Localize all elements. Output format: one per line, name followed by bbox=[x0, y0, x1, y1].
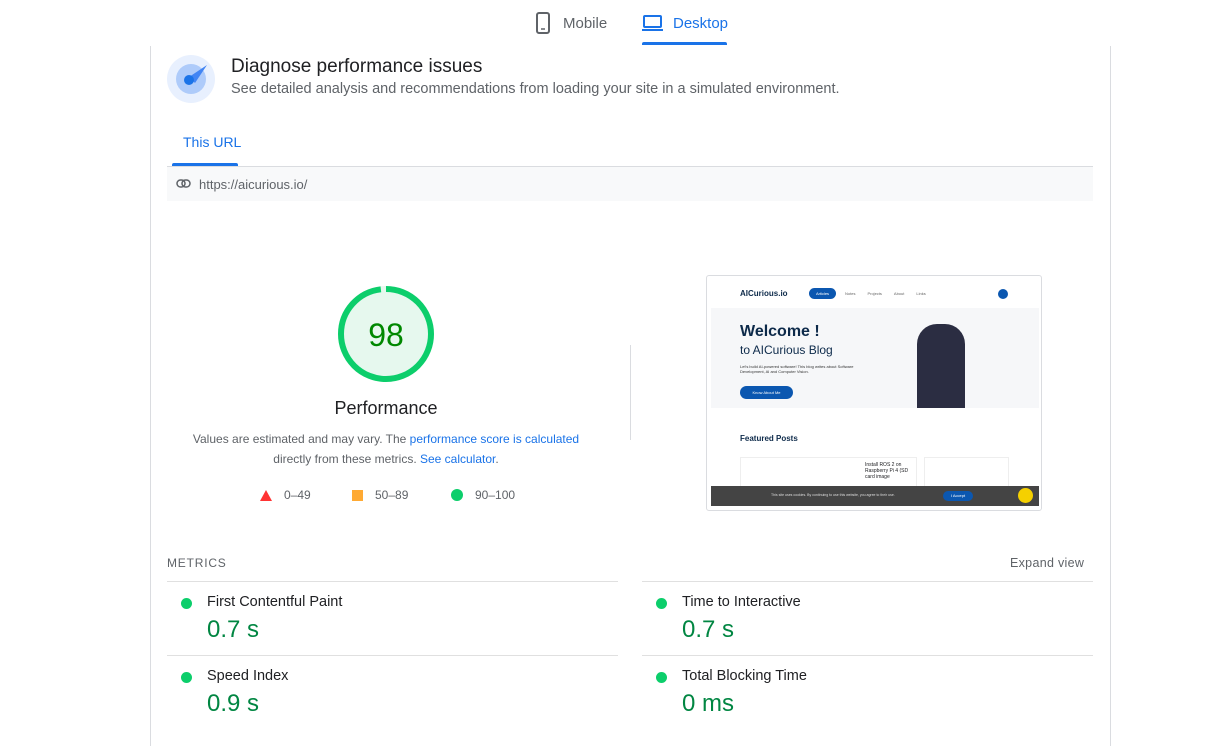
shot-button: Know About Me bbox=[740, 386, 793, 399]
metrics-title: METRICS bbox=[167, 556, 227, 570]
expand-view-button[interactable]: Expand view bbox=[1010, 556, 1084, 570]
pass-icon bbox=[656, 672, 667, 683]
shot-nav-item: Links bbox=[916, 291, 926, 296]
active-tab-indicator bbox=[642, 42, 727, 45]
link-icon bbox=[176, 179, 191, 188]
url-bar: https://aicurious.io/ bbox=[167, 166, 1093, 201]
shot-person bbox=[917, 324, 965, 408]
shot-search-icon bbox=[998, 289, 1008, 299]
legend-fail: 0–49 bbox=[260, 488, 311, 502]
metric-value: 0.7 s bbox=[682, 616, 735, 643]
note-text: . bbox=[495, 452, 499, 466]
shot-featured: Featured Posts bbox=[740, 434, 798, 443]
note-text: Values are estimated and may vary. The bbox=[192, 432, 410, 446]
shot-intro: Let's build AI-powered software! This bl… bbox=[740, 364, 854, 374]
shot-nav: Articles bbox=[809, 288, 836, 299]
triangle-icon bbox=[260, 489, 272, 501]
metric-value: 0 ms bbox=[682, 690, 735, 717]
metric-tti: Time to Interactive 0.7 s bbox=[642, 581, 1093, 655]
score-value: 98 bbox=[368, 317, 404, 353]
metric-tbt: Total Blocking Time 0 ms bbox=[642, 655, 1093, 729]
shot-accept: I Accept bbox=[943, 491, 973, 501]
legend-pass: 90–100 bbox=[451, 488, 515, 502]
shot-welcome: Welcome ! bbox=[740, 323, 820, 340]
legend-label: 50–89 bbox=[375, 488, 409, 502]
shot-post-title: Install ROS 2 on Raspberry Pi 4 (SD card… bbox=[865, 462, 909, 480]
pass-icon bbox=[181, 672, 192, 683]
divider bbox=[630, 345, 631, 440]
metric-fcp: First Contentful Paint 0.7 s bbox=[167, 581, 618, 655]
shot-cookie-text: This site uses cookies. By continuing to… bbox=[771, 493, 895, 497]
note-text: directly from these metrics. bbox=[273, 452, 420, 466]
shot-nav-item: Projects bbox=[867, 291, 882, 296]
score-note: Values are estimated and may vary. The p… bbox=[176, 429, 596, 469]
tab-this-url[interactable]: This URL bbox=[183, 134, 241, 150]
tab-desktop-label: Desktop bbox=[673, 14, 729, 32]
url-text: https://aicurious.io/ bbox=[199, 177, 308, 192]
legend-label: 0–49 bbox=[284, 488, 311, 502]
metric-label: Speed Index bbox=[207, 668, 289, 684]
metric-label: First Contentful Paint bbox=[207, 594, 343, 610]
pass-icon bbox=[656, 598, 667, 609]
metric-label: Time to Interactive bbox=[682, 594, 801, 610]
legend-average: 50–89 bbox=[352, 488, 408, 502]
metric-speed-index: Speed Index 0.9 s bbox=[167, 655, 618, 729]
metric-label: Total Blocking Time bbox=[682, 668, 807, 684]
laptop-icon bbox=[642, 15, 663, 31]
shot-nav-item: About bbox=[893, 291, 905, 296]
shot-nav: Notes Projects About Links bbox=[845, 291, 926, 296]
metric-value: 0.9 s bbox=[207, 690, 260, 717]
diagnose-icon bbox=[167, 55, 215, 103]
circle-icon bbox=[451, 489, 463, 501]
shot-blog: to AICurious Blog bbox=[740, 343, 833, 357]
shot-cookie-bar: This site uses cookies. By continuing to… bbox=[711, 486, 1039, 506]
score-gauge: 98 bbox=[338, 286, 434, 382]
tab-desktop[interactable]: Desktop bbox=[642, 0, 728, 46]
square-icon bbox=[352, 489, 363, 501]
page-screenshot: AICurious.io Articles Notes Projects About… bbox=[706, 275, 1042, 511]
see-calculator-link[interactable]: See calculator bbox=[420, 452, 495, 466]
shot-post: Install ROS 2 on Raspberry Pi 4 (SD card… bbox=[740, 457, 917, 487]
shot-side bbox=[924, 457, 1009, 487]
legend-label: 90–100 bbox=[475, 488, 516, 502]
section-title: Diagnose performance issues bbox=[231, 56, 483, 77]
shot-logo: AICurious.io bbox=[740, 289, 788, 298]
shot-nav-item: Notes bbox=[845, 291, 856, 296]
section-subtitle: See detailed analysis and recommendation… bbox=[231, 81, 840, 97]
tab-mobile-label: Mobile bbox=[563, 14, 608, 32]
shot-trash-icon bbox=[1018, 488, 1033, 503]
score-label: Performance bbox=[334, 398, 438, 418]
phone-icon bbox=[536, 12, 550, 34]
metric-value: 0.7 s bbox=[207, 616, 260, 643]
pass-icon bbox=[181, 598, 192, 609]
score-calc-link[interactable]: performance score is calculated bbox=[410, 432, 579, 446]
tab-mobile[interactable]: Mobile bbox=[535, 0, 607, 46]
